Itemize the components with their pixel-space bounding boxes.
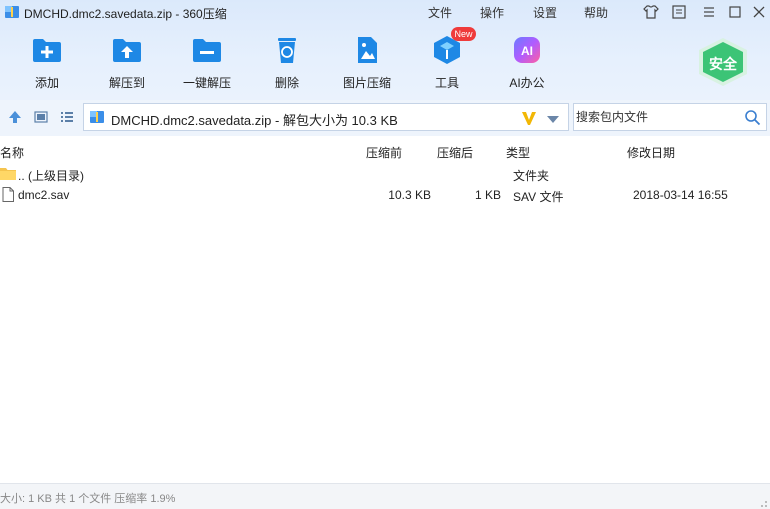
column-name[interactable]: 名称 — [0, 144, 24, 161]
column-modified-date[interactable]: 修改日期 — [627, 144, 675, 161]
file-icon — [0, 187, 16, 202]
maximize-icon[interactable] — [726, 3, 744, 21]
file-list-header: 名称 压缩前 压缩后 类型 修改日期 — [0, 141, 770, 161]
close-icon[interactable] — [750, 3, 768, 21]
column-size-before[interactable]: 压缩前 — [366, 144, 402, 161]
search-box — [573, 103, 767, 131]
image-compress-icon — [351, 34, 383, 66]
extract-to-icon — [111, 34, 143, 66]
security-badge[interactable]: 安全 — [696, 37, 750, 87]
v-logo-icon[interactable] — [520, 109, 538, 127]
file-type: SAV 文件 — [513, 190, 564, 204]
folder-icon — [0, 166, 16, 181]
column-type[interactable]: 类型 — [506, 144, 530, 161]
ai-office-icon: AI — [511, 34, 543, 66]
menu-settings[interactable]: 设置 — [533, 4, 557, 21]
address-path: DMCHD.dmc2.savedata.zip - 解包大小为 10.3 KB — [111, 113, 398, 128]
ai-office-label: AI办公 — [509, 76, 545, 90]
tools-label: 工具 — [434, 76, 459, 90]
list-view-icon[interactable] — [59, 109, 75, 125]
search-input[interactable] — [576, 107, 736, 127]
feedback-icon[interactable] — [670, 3, 688, 21]
top-area: DMCHD.dmc2.savedata.zip - 360压缩 文件 操作 设置… — [0, 0, 770, 100]
up-arrow-icon[interactable] — [7, 109, 23, 125]
extract-to-button[interactable]: 解压到 — [92, 34, 162, 94]
one-click-extract-label: 一键解压 — [182, 76, 231, 90]
zip-app-icon — [4, 4, 20, 20]
column-size-after[interactable]: 压缩后 — [437, 144, 473, 161]
file-name: .. (上级目录) — [18, 169, 84, 183]
skin-shirt-icon[interactable] — [642, 3, 660, 21]
zip-file-icon — [89, 109, 105, 125]
delete-label: 删除 — [274, 76, 299, 90]
address-bar[interactable]: DMCHD.dmc2.savedata.zip - 解包大小为 10.3 KB — [83, 103, 569, 131]
menu-operate[interactable]: 操作 — [480, 4, 504, 21]
add-button[interactable]: 添加 — [12, 34, 82, 94]
extract-to-label: 解压到 — [108, 76, 145, 90]
file-modified-date: 2018-03-14 16:55 — [633, 188, 728, 202]
tools-button[interactable]: 工具 — [412, 34, 482, 94]
thumbnail-view-icon[interactable] — [33, 109, 49, 125]
status-bar: 大小: 1 KB 共 1 个文件 压缩率 1.9% — [0, 483, 770, 509]
one-click-extract-button[interactable]: 一键解压 — [172, 34, 242, 94]
image-compress-button[interactable]: 图片压缩 — [332, 34, 402, 94]
add-label: 添加 — [34, 76, 59, 90]
list-item-dmc2-sav[interactable]: dmc2.sav 10.3 KB 1 KB SAV 文件 2018-03-14 … — [0, 184, 770, 206]
chevron-down-icon[interactable] — [546, 113, 560, 123]
svg-text:AI: AI — [521, 44, 533, 58]
status-text: 大小: 1 KB 共 1 个文件 压缩率 1.9% — [0, 493, 176, 505]
resize-grip-icon[interactable] — [758, 497, 768, 507]
delete-button[interactable]: 删除 — [252, 34, 322, 94]
ai-office-button[interactable]: AI AI办公 — [492, 34, 562, 94]
one-click-extract-icon — [191, 34, 223, 66]
list-item-parent-folder[interactable]: .. (上级目录) 文件夹 — [0, 163, 770, 185]
window-title: DMCHD.dmc2.savedata.zip - 360压缩 — [24, 7, 227, 21]
security-label: 安全 — [709, 56, 737, 72]
file-type: 文件夹 — [513, 169, 550, 183]
image-compress-label: 图片压缩 — [342, 76, 391, 90]
file-size-after: 1 KB — [474, 188, 501, 202]
menu-help[interactable]: 帮助 — [584, 4, 608, 21]
file-size-before: 10.3 KB — [388, 188, 431, 202]
title-bar: DMCHD.dmc2.savedata.zip - 360压缩 文件 操作 设置… — [0, 0, 770, 24]
hamburger-menu-icon[interactable] — [700, 3, 718, 21]
file-name: dmc2.sav — [18, 188, 70, 202]
add-folder-icon — [31, 34, 63, 66]
trash-icon — [271, 34, 303, 66]
new-badge: New — [451, 27, 476, 41]
search-icon[interactable] — [744, 109, 761, 126]
menu-file[interactable]: 文件 — [428, 4, 452, 21]
